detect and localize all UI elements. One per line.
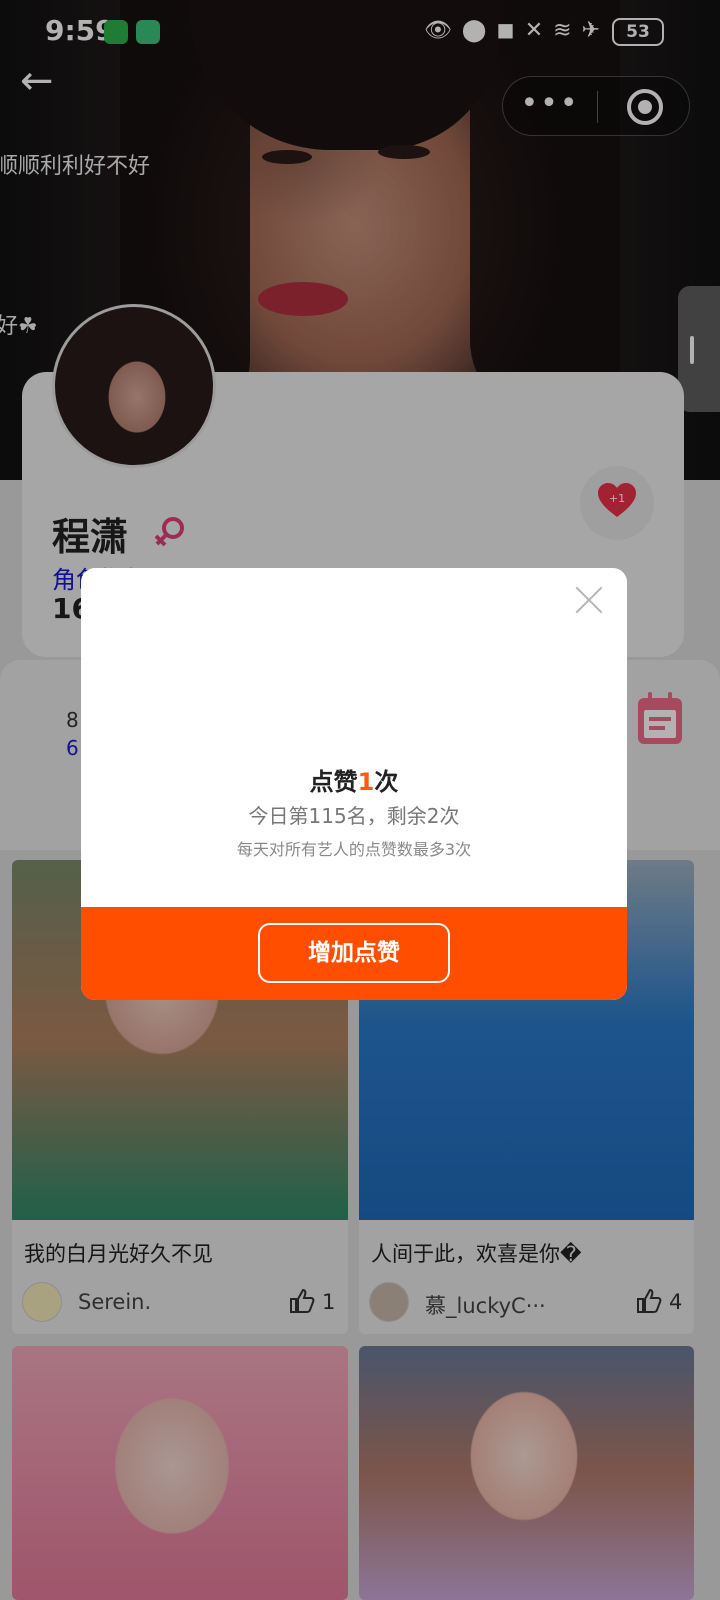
close-icon[interactable]	[571, 582, 607, 618]
dialog-rank-text: 今日第115名，剩余2次	[248, 804, 460, 828]
dialog-title: 点赞1次	[309, 768, 399, 796]
like-count-highlight: 1	[357, 768, 375, 796]
dialog-limit-hint: 每天对所有艺人的点赞数最多3次	[236, 840, 472, 859]
like-dialog: 点赞1次 今日第115名，剩余2次 每天对所有艺人的点赞数最多3次 增加点赞	[81, 568, 627, 1000]
add-like-button[interactable]: 增加点赞	[258, 923, 450, 983]
dialog-footer: 增加点赞	[81, 907, 627, 1000]
